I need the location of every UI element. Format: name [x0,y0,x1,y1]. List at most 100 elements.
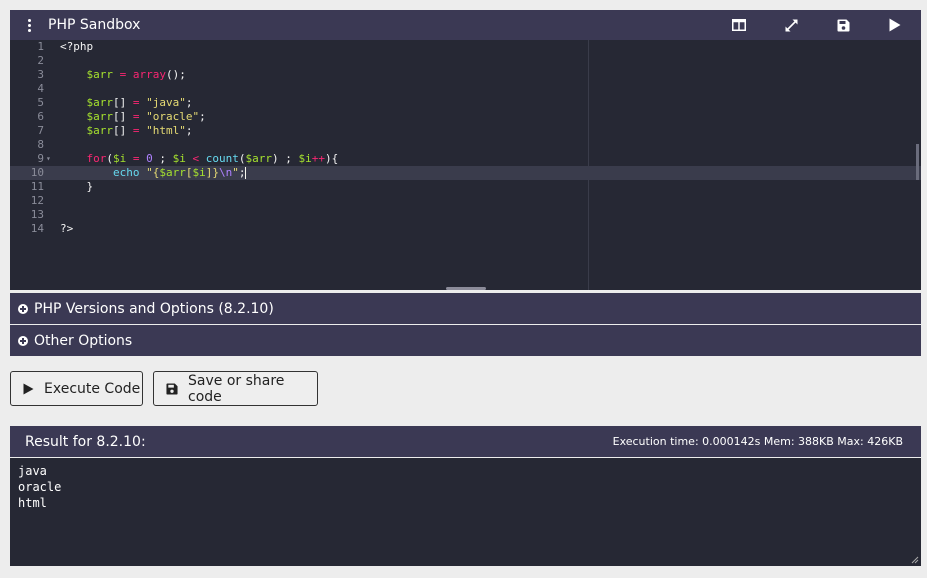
code-token: <?php [60,40,94,53]
code-text: } [60,180,93,194]
code-token: ) ; [272,152,299,165]
play-icon [23,383,34,395]
code-token: $i [192,166,206,179]
line-number: 12 [30,194,44,207]
code-token: [] [113,124,133,137]
code-token: ; [238,166,246,179]
execution-info: Execution time: 0.000142s Mem: 388KB Max… [612,435,903,448]
result-title: Result for 8.2.10: [25,433,146,450]
code-token: echo [112,166,140,179]
code-line: 9 ▾ for($i = 0 ; $i < count($arr) ; $i++)… [10,152,921,166]
resize-grip-icon[interactable] [911,556,919,564]
run-button[interactable] [869,10,921,40]
code-token: $arr [86,96,114,109]
code-text: <?php [60,40,93,54]
code-token: \n [218,166,233,179]
save-button[interactable] [817,10,869,40]
line-number: 1 [37,40,44,53]
fullscreen-button[interactable] [765,10,817,40]
result-output[interactable]: java oracle html [10,458,921,566]
code-token: [] [113,110,133,123]
code-token: (); [166,68,186,81]
code-text: $arr[] = "java"; [60,96,193,110]
output-line: html [18,496,47,510]
line-number: 8 [37,138,44,151]
plus-circle-icon [18,303,28,314]
php-versions-accordion[interactable]: PHP Versions and Options (8.2.10) [10,293,921,324]
code-text: $arr[] = "oracle"; [60,110,206,124]
code-token: "oracle" [146,110,200,123]
code-token: $arr [159,166,186,179]
line-number: 3 [37,68,44,81]
code-text: echo "{$arr[$i]}\n"; [60,166,247,180]
code-text: $arr[] = "html"; [60,124,193,138]
code-token: "java" [146,96,186,109]
code-token: ]} [205,166,219,179]
editor-resize-handle[interactable] [446,287,486,290]
code-line: 10 echo "{$arr[$i]}\n"; [10,166,921,180]
code-line: 5 $arr[] = "java"; [10,96,921,110]
code-token: $arr [245,152,273,165]
editor-scrollbar[interactable] [916,144,919,180]
code-text: for($i = 0 ; $i < count($arr) ; $i++){ [60,152,339,166]
code-token: ){ [325,152,339,165]
save-share-button[interactable]: Save or share code [153,371,318,406]
execute-code-label: Execute Code [44,380,141,397]
code-line: 2 [10,54,921,68]
output-line: oracle [18,480,62,494]
line-number: 9 [37,152,44,165]
sandbox-header: PHP Sandbox [10,10,921,40]
code-token: ; [199,110,206,123]
code-token: $arr [86,110,114,123]
code-line: 4 [10,82,921,96]
code-token: ( [238,152,246,165]
code-editor[interactable]: 1 <?php 2 3 $arr = array(); 4 5 $arr[] = "jav… [10,40,921,290]
line-number: 13 [30,208,44,221]
text-cursor [245,167,247,179]
kebab-menu-icon[interactable] [10,10,48,40]
code-token: "{ [146,166,160,179]
code-token: = [132,124,140,137]
code-token: count [205,152,239,165]
app-title: PHP Sandbox [48,17,141,33]
code-line: 3 $arr = array(); [10,68,921,82]
other-options-accordion[interactable]: Other Options [10,325,921,356]
execute-code-button[interactable]: Execute Code [10,371,143,406]
code-line: 6 $arr[] = "oracle"; [10,110,921,124]
fold-toggle-icon[interactable]: ▾ [46,152,51,166]
result-header: Result for 8.2.10: Execution time: 0.000… [10,426,921,457]
line-number: 2 [37,54,44,67]
code-token: = [126,152,147,165]
expand-icon [785,19,797,31]
code-lines: 1 <?php 2 3 $arr = array(); 4 5 $arr[] = "jav… [10,40,921,236]
floppy-disk-icon [166,382,178,395]
code-token: ; [185,96,193,109]
code-token: ( [106,152,113,165]
line-number: 7 [37,124,44,137]
code-line: 11 } [10,180,921,194]
line-number: 10 [30,166,44,179]
code-token: $i [113,152,127,165]
code-token: for [86,152,107,165]
code-token: " [232,166,239,179]
code-text: $arr = array(); [60,68,186,82]
code-text: ?> [60,222,73,236]
code-token: = [132,96,140,109]
code-token: = [132,110,140,123]
code-token: = [113,68,133,81]
code-token: $arr [86,124,114,137]
code-token: $i [298,152,312,165]
code-token: array [132,68,166,81]
split-layout-icon [732,19,746,31]
other-options-label: Other Options [34,332,133,349]
play-icon [889,18,901,32]
code-token: ?> [60,222,74,235]
plus-circle-icon [18,335,28,346]
line-number: 11 [30,180,44,193]
line-number: 14 [30,222,44,235]
split-view-button[interactable] [713,10,765,40]
